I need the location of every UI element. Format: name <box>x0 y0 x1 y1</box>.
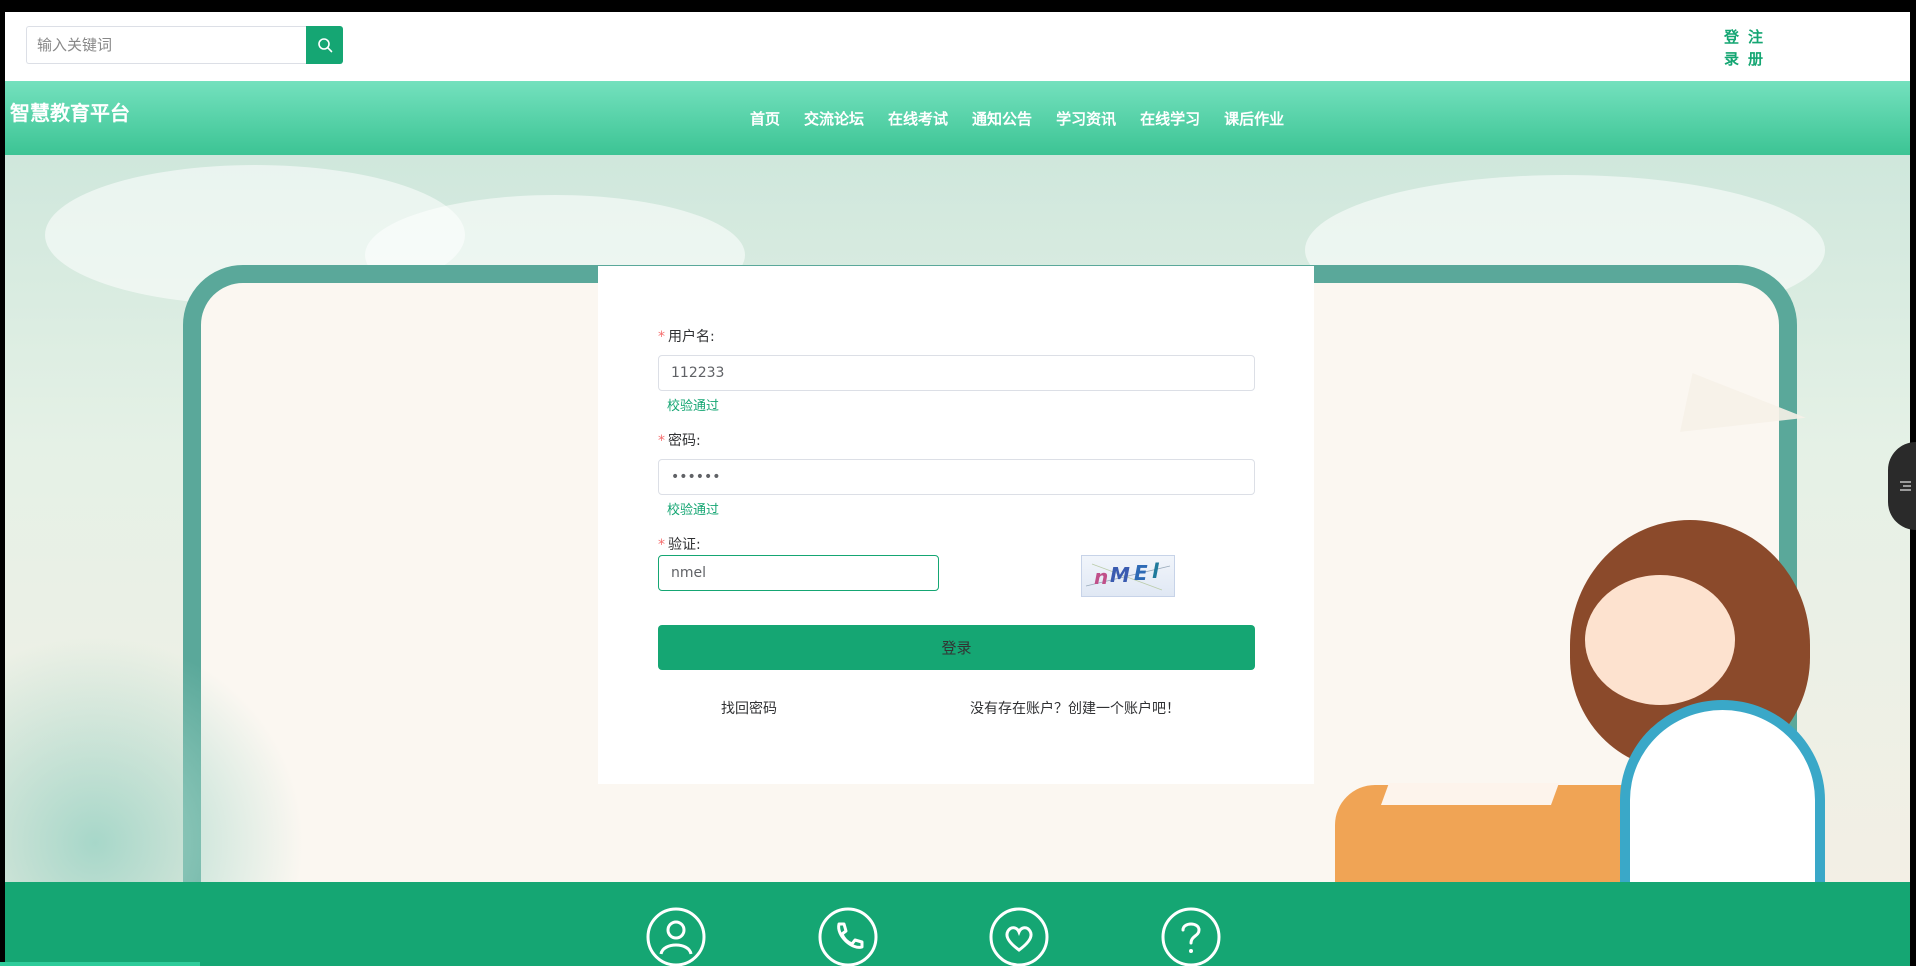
svg-text:E: E <box>1134 561 1148 585</box>
svg-text:l: l <box>1152 559 1160 583</box>
search-button[interactable] <box>306 26 343 64</box>
login-button[interactable]: 登录 <box>658 625 1255 670</box>
register-link[interactable]: 注册 <box>1748 26 1766 70</box>
password-validation-message: 校验通过 <box>667 503 720 518</box>
username-input[interactable] <box>658 355 1255 391</box>
footer <box>5 882 1910 966</box>
nav-item-online-exam[interactable]: 在线考试 <box>888 108 948 129</box>
svg-text:M: M <box>1110 563 1130 587</box>
paper-illustration <box>1380 783 1560 805</box>
header: 智慧教育平台 首页 交流论坛 在线考试 通知公告 学习资讯 在线学习 课后作业 <box>5 81 1910 155</box>
question-icon[interactable] <box>1160 906 1222 966</box>
brand-title: 智慧教育平台 <box>10 101 130 125</box>
user-icon[interactable] <box>645 906 707 966</box>
loading-progress-bar <box>0 962 200 966</box>
required-mark: * <box>658 537 665 553</box>
top-bar: 登录 注册 <box>5 12 1910 81</box>
forgot-password-link[interactable]: 找回密码 <box>721 698 777 718</box>
nav-item-home[interactable]: 首页 <box>750 108 780 129</box>
nav-item-homework[interactable]: 课后作业 <box>1224 108 1284 129</box>
nav-item-learning-news[interactable]: 学习资讯 <box>1056 108 1116 129</box>
svg-text:n: n <box>1094 565 1108 589</box>
side-panel-toggle[interactable] <box>1888 442 1916 530</box>
menu-collapse-icon <box>1900 481 1911 491</box>
captcha-image[interactable]: n M E l <box>1081 555 1175 597</box>
register-account-link[interactable]: 没有存在账户？创建一个账户吧！ <box>970 698 1180 718</box>
search-bar <box>26 26 343 64</box>
search-icon <box>317 38 332 53</box>
girl-face-illustration <box>1585 575 1735 705</box>
required-mark: * <box>658 329 665 345</box>
heart-icon[interactable] <box>988 906 1050 966</box>
login-form: *用户名: 校验通过 *密码: 校验通过 *验证: n M E l 登录 找回密… <box>598 266 1314 784</box>
captcha-label: * 验证: <box>658 537 701 553</box>
password-label: * 密码: <box>658 433 701 449</box>
auth-links: 登录 注册 <box>1724 26 1766 70</box>
nav-item-forum[interactable]: 交流论坛 <box>804 108 864 129</box>
nav-item-online-learning[interactable]: 在线学习 <box>1140 108 1200 129</box>
plant-decoration <box>5 635 305 882</box>
page: 登录 注册 智慧教育平台 首页 交流论坛 在线考试 通知公告 学习资讯 在线学习… <box>5 12 1910 966</box>
phone-icon[interactable] <box>817 906 879 966</box>
required-mark: * <box>658 433 665 449</box>
password-input[interactable] <box>658 459 1255 495</box>
captcha-input[interactable] <box>658 555 939 591</box>
login-button-label: 登录 <box>941 639 972 657</box>
nav-item-notices[interactable]: 通知公告 <box>972 108 1032 129</box>
username-validation-message: 校验通过 <box>667 399 720 414</box>
username-label: * 用户名: <box>658 329 715 345</box>
main-nav: 首页 交流论坛 在线考试 通知公告 学习资讯 在线学习 课后作业 <box>750 81 1284 155</box>
search-input[interactable] <box>26 26 306 64</box>
login-link[interactable]: 登录 <box>1724 26 1742 70</box>
